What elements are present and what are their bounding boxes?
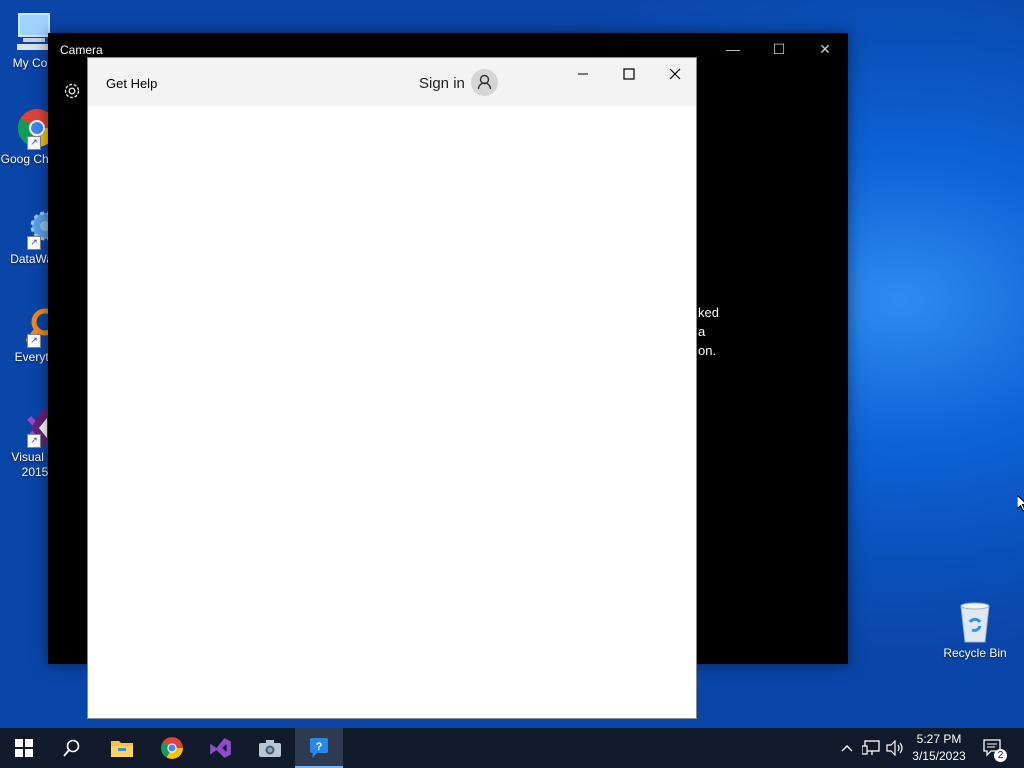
camera-maximize-button[interactable]: ☐ xyxy=(756,37,802,61)
shortcut-arrow-icon: ↗ xyxy=(27,434,41,448)
camera-window-title: Camera xyxy=(60,43,103,57)
window-title: Get Help xyxy=(106,76,158,91)
avatar[interactable] xyxy=(471,69,498,96)
maximize-button[interactable] xyxy=(606,62,652,90)
shortcut-arrow-icon: ↗ xyxy=(27,136,41,150)
start-button[interactable] xyxy=(0,728,48,768)
svg-text:?: ? xyxy=(316,741,323,753)
taskbar-get-help[interactable]: ? xyxy=(295,728,343,768)
camera-minimize-button[interactable]: — xyxy=(710,37,756,61)
person-icon xyxy=(477,74,492,90)
file-explorer-icon xyxy=(111,741,133,757)
search-button[interactable] xyxy=(48,728,96,768)
desktop-icon-label: Recycle Bin xyxy=(943,646,1007,660)
shortcut-arrow-icon: ↗ xyxy=(27,236,41,250)
shortcut-arrow-icon: ↗ xyxy=(27,334,41,348)
clock-date: 3/15/2023 xyxy=(912,749,966,763)
chrome-icon xyxy=(161,737,183,759)
taskbar-visual-studio[interactable] xyxy=(196,728,244,768)
camera-icon xyxy=(259,740,281,757)
show-hidden-icons-button[interactable] xyxy=(838,728,856,768)
system-clock[interactable]: 5:27 PM 3/15/2023 xyxy=(906,731,972,765)
action-center-button[interactable]: 2 xyxy=(978,728,1010,768)
sign-in-link[interactable]: Sign in xyxy=(419,75,465,92)
search-icon xyxy=(63,739,80,757)
notification-count-badge: 2 xyxy=(994,749,1007,762)
get-help-title-bar[interactable]: Get Help Sign in xyxy=(88,58,696,106)
taskbar-file-explorer[interactable] xyxy=(98,728,146,768)
taskbar-chrome[interactable] xyxy=(148,728,196,768)
gear-icon[interactable] xyxy=(62,81,82,101)
volume-button[interactable] xyxy=(884,728,906,768)
minimize-button[interactable] xyxy=(560,62,606,90)
start-icon xyxy=(15,739,33,757)
recycle-bin-icon xyxy=(953,600,997,644)
maximize-icon xyxy=(623,68,635,80)
taskbar-camera[interactable] xyxy=(246,728,294,768)
desktop-icon-recycle-bin[interactable]: Recycle Bin xyxy=(940,600,1010,661)
chevron-up-icon xyxy=(841,745,853,752)
visual-studio-icon xyxy=(210,738,231,758)
get-help-icon: ? xyxy=(310,738,328,758)
get-help-window[interactable]: Get Help Sign in xyxy=(87,57,697,719)
mouse-cursor-icon xyxy=(1017,495,1024,512)
close-icon xyxy=(669,68,681,80)
speaker-icon xyxy=(886,740,903,756)
close-button[interactable] xyxy=(652,62,698,90)
minimize-icon xyxy=(578,73,588,75)
camera-close-button[interactable]: ✕ xyxy=(802,37,848,61)
clock-time: 5:27 PM xyxy=(916,732,962,746)
network-button[interactable] xyxy=(860,728,882,768)
network-icon xyxy=(862,740,880,755)
taskbar: ? 5:27 PM 3/15/2023 2 xyxy=(0,728,1024,768)
camera-message: ked a on. xyxy=(698,305,719,358)
